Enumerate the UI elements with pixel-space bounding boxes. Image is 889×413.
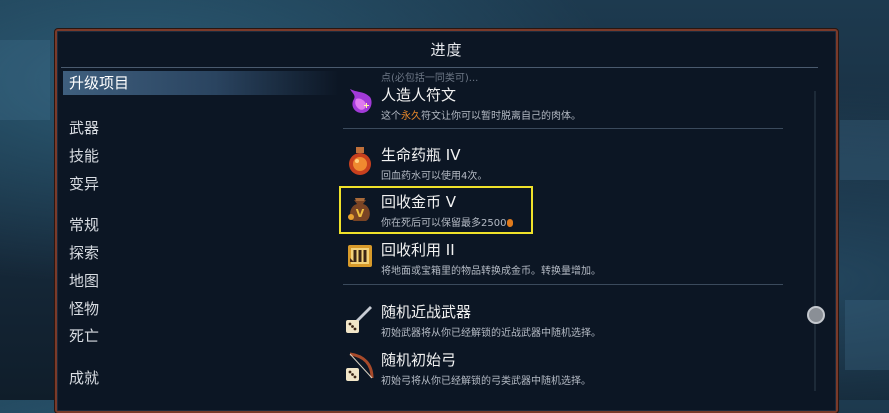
item-name: 随机初始弓 xyxy=(381,351,457,369)
scrollbar-track[interactable] xyxy=(814,91,816,391)
background-decoration xyxy=(845,300,889,370)
health-flask-icon xyxy=(349,147,371,175)
list-item-recycling[interactable]: 回收利用 II 将地面或宝箱里的物品转换成金币。转换量增加。 xyxy=(339,234,799,282)
sidebar-item-deaths[interactable]: 死亡 xyxy=(69,325,99,346)
sidebar-item-weapons[interactable]: 武器 xyxy=(69,117,99,138)
item-description: 初始武器将从你已经解锁的近战武器中随机选择。 xyxy=(381,328,601,339)
scrollbar-thumb[interactable] xyxy=(807,306,825,324)
sidebar-item-achievements[interactable]: 成就 xyxy=(69,367,99,388)
item-name: 回收利用 II xyxy=(381,241,455,259)
list-item-random-melee[interactable]: 随机近战武器 初始武器将从你已经解锁的近战武器中随机选择。 xyxy=(339,296,799,344)
sidebar-item-mutations[interactable]: 变异 xyxy=(69,173,99,194)
sidebar-item-monsters[interactable]: 怪物 xyxy=(69,298,99,319)
section-divider xyxy=(343,284,783,285)
list-item-random-bow[interactable]: 随机初始弓 初始弓将从你已经解锁的弓类武器中随机选择。 xyxy=(339,344,799,392)
sidebar-item-general[interactable]: 常规 xyxy=(69,214,99,235)
background-decoration xyxy=(840,120,889,180)
permanent-keyword: 永久 xyxy=(401,111,421,122)
upgrade-list: 点(必包括一同类可)... 人造人符文 这个永久符文让你可以暂时脱离自己的肉体。… xyxy=(339,69,839,409)
section-divider xyxy=(343,128,783,129)
item-name: 生命药瓶 IV xyxy=(381,146,461,164)
recycle-scroll-icon xyxy=(348,245,372,267)
background-decoration xyxy=(0,40,50,120)
panel-title: 进度 xyxy=(430,41,463,59)
sidebar-item-skills[interactable]: 技能 xyxy=(69,145,99,166)
item-description: 这个永久符文让你可以暂时脱离自己的肉体。 xyxy=(381,111,581,122)
list-item-health-flask[interactable]: 生命药瓶 IV 回血药水可以使用4次。 xyxy=(339,139,799,187)
random-bow-dice-icon xyxy=(346,352,374,381)
item-description: 初始弓将从你已经解锁的弓类武器中随机选择。 xyxy=(381,376,591,387)
item-description: 将地面或宝箱里的物品转换成金币。转换量增加。 xyxy=(381,266,601,277)
purple-flame-rune-icon xyxy=(350,89,372,113)
item-name: 随机近战武器 xyxy=(381,303,472,321)
sidebar-item-exploration[interactable]: 探索 xyxy=(69,242,99,263)
list-item-homunculus-rune[interactable]: 人造人符文 这个永久符文让你可以暂时脱离自己的肉体。 xyxy=(339,79,799,127)
selection-highlight xyxy=(339,186,533,234)
item-name: 人造人符文 xyxy=(381,86,457,104)
sidebar-item-map[interactable]: 地图 xyxy=(69,270,99,291)
item-description: 回血药水可以使用4次。 xyxy=(381,171,488,182)
sidebar-item-upgrades[interactable]: 升级项目 xyxy=(63,71,339,95)
progress-panel: 进度 升级项目 武器 技能 变异 常规 探索 地图 怪物 死亡 成就 点(必包括… xyxy=(55,29,838,413)
title-divider xyxy=(61,67,818,68)
random-sword-dice-icon xyxy=(346,306,372,333)
